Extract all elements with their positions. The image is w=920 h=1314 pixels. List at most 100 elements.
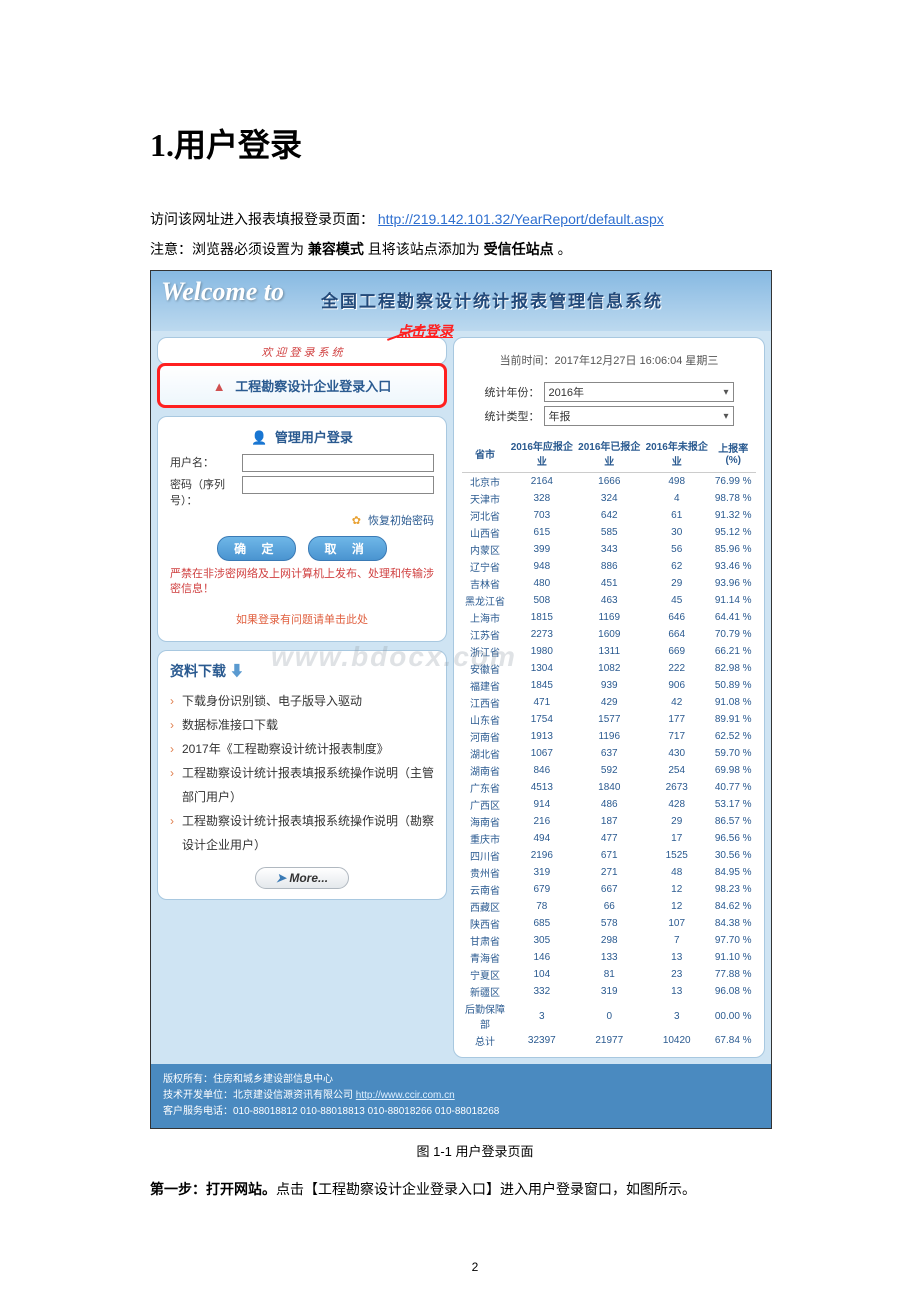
table-cell: 664 (643, 626, 710, 643)
table-cell: 黑龙江省 (462, 592, 508, 609)
table-row: 河南省1913119671762.52 % (462, 728, 756, 745)
gear-icon: ✿ (352, 515, 361, 527)
year-select[interactable]: 2016年 ▾ (544, 382, 734, 402)
cancel-button[interactable]: 取 消 (308, 536, 387, 561)
table-cell: 96.56 % (710, 830, 756, 847)
doc-heading: 1.用户登录 (150, 120, 800, 166)
more-label: More... (289, 871, 328, 885)
table-row: 后勤保障部30300.00 % (462, 1000, 756, 1032)
table-cell: 222 (643, 660, 710, 677)
confirm-button[interactable]: 确 定 (217, 536, 296, 561)
table-cell: 642 (576, 507, 643, 524)
table-cell: 海南省 (462, 813, 508, 830)
download-item[interactable]: 工程勘察设计统计报表填报系统操作说明（主管部门用户） (170, 761, 434, 809)
table-cell: 96.08 % (710, 983, 756, 1000)
table-row: 重庆市4944771796.56 % (462, 830, 756, 847)
downloads-panel: 资料下载 ⬇ 下载身份识别锁、电子版导入驱动数据标准接口下载2017年《工程勘察… (157, 650, 447, 900)
year-label: 统计年份： (485, 384, 540, 400)
table-cell: 贵州省 (462, 864, 508, 881)
footer-link[interactable]: http://www.ccir.com.cn (356, 1090, 455, 1101)
report-url-link[interactable]: http://219.142.101.32/YearReport/default… (378, 211, 664, 227)
table-cell: 84.95 % (710, 864, 756, 881)
table-cell: 98.23 % (710, 881, 756, 898)
table-row: 广西区91448642853.17 % (462, 796, 756, 813)
download-item[interactable]: 数据标准接口下载 (170, 713, 434, 737)
arrow-icon: ➤ (276, 871, 286, 885)
password-label: 密码（序列号）： (170, 476, 242, 508)
table-cell: 67.84 % (710, 1032, 756, 1049)
table-cell: 886 (576, 558, 643, 575)
table-cell: 91.32 % (710, 507, 756, 524)
table-cell: 64.41 % (710, 609, 756, 626)
table-cell: 486 (576, 796, 643, 813)
table-cell: 77.88 % (710, 966, 756, 983)
table-cell: 328 (508, 490, 575, 507)
admin-login-title: 管理用户登录 (275, 430, 353, 445)
table-cell: 1304 (508, 660, 575, 677)
figure-caption: 图 1-1 用户登录页面 (150, 1141, 800, 1160)
table-cell: 4 (643, 490, 710, 507)
reset-password-link[interactable]: 恢复初始密码 (368, 515, 434, 527)
enterprise-login-entry[interactable]: ▲ 工程勘察设计企业登录入口 (157, 363, 447, 408)
table-cell: 615 (508, 524, 575, 541)
table-cell: 天津市 (462, 490, 508, 507)
username-label: 用户名： (170, 454, 242, 470)
table-cell: 66.21 % (710, 643, 756, 660)
intro2-suffix: 。 (558, 241, 572, 257)
page-number: 2 (150, 1260, 800, 1274)
footer-line2-prefix: 技术开发单位：北京建设信源资讯有限公司 (163, 1090, 356, 1101)
table-cell: 480 (508, 575, 575, 592)
more-button[interactable]: ➤ More... (255, 867, 349, 889)
download-item[interactable]: 工程勘察设计统计报表填报系统操作说明（勘察设计企业用户） (170, 809, 434, 857)
intro-line-1: 访问该网址进入报表填报登录页面： http://219.142.101.32/Y… (150, 206, 800, 232)
password-input[interactable] (242, 476, 434, 494)
type-label: 统计类型： (485, 408, 540, 424)
table-cell: 总计 (462, 1032, 508, 1049)
table-row: 吉林省4804512993.96 % (462, 575, 756, 592)
table-cell: 内蒙区 (462, 541, 508, 558)
table-cell: 1525 (643, 847, 710, 864)
table-cell: 56 (643, 541, 710, 558)
table-cell: 河北省 (462, 507, 508, 524)
login-help-link[interactable]: 如果登录有问题请单击此处 (170, 611, 434, 627)
table-cell: 广东省 (462, 779, 508, 796)
download-icon: ⬇ (230, 663, 244, 679)
table-cell: 1840 (576, 779, 643, 796)
screenshot-container: Welcome to 全国工程勘察设计统计报表管理信息系统 点击登录 欢 迎 登… (150, 270, 772, 1129)
table-cell: 914 (508, 796, 575, 813)
table-cell: 32397 (508, 1032, 575, 1049)
table-cell: 48 (643, 864, 710, 881)
table-row: 四川省2196671152530.56 % (462, 847, 756, 864)
table-row: 总计32397219771042067.84 % (462, 1032, 756, 1049)
download-item[interactable]: 2017年《工程勘察设计统计报表制度》 (170, 737, 434, 761)
table-header: 2016年已报企业 (576, 434, 643, 473)
table-cell: 254 (643, 762, 710, 779)
table-cell: 585 (576, 524, 643, 541)
stats-panel: 当前时间：2017年12月27日 16:06:04 星期三 统计年份： 2016… (453, 337, 765, 1058)
table-cell: 91.14 % (710, 592, 756, 609)
table-cell: 146 (508, 949, 575, 966)
table-cell: 430 (643, 745, 710, 762)
table-cell: 山西省 (462, 524, 508, 541)
table-cell: 76.99 % (710, 473, 756, 491)
table-row: 内蒙区3993435685.96 % (462, 541, 756, 558)
table-cell: 177 (643, 711, 710, 728)
table-cell: 00.00 % (710, 1000, 756, 1032)
type-select[interactable]: 年报 ▾ (544, 406, 734, 426)
table-cell: 1196 (576, 728, 643, 745)
download-item[interactable]: 下载身份识别锁、电子版导入驱动 (170, 689, 434, 713)
table-cell: 23 (643, 966, 710, 983)
table-cell: 陕西省 (462, 915, 508, 932)
table-cell: 宁夏区 (462, 966, 508, 983)
table-cell: 北京市 (462, 473, 508, 491)
table-row: 河北省7036426191.32 % (462, 507, 756, 524)
step-1: 第一步：打开网站。点击【工程勘察设计企业登录入口】进入用户登录窗口，如图所示。 (150, 1178, 800, 1200)
table-cell: 948 (508, 558, 575, 575)
username-input[interactable] (242, 454, 434, 472)
table-cell: 669 (643, 643, 710, 660)
table-cell: 湖北省 (462, 745, 508, 762)
table-cell: 939 (576, 677, 643, 694)
table-cell: 685 (508, 915, 575, 932)
table-cell: 846 (508, 762, 575, 779)
table-cell: 0 (576, 1000, 643, 1032)
